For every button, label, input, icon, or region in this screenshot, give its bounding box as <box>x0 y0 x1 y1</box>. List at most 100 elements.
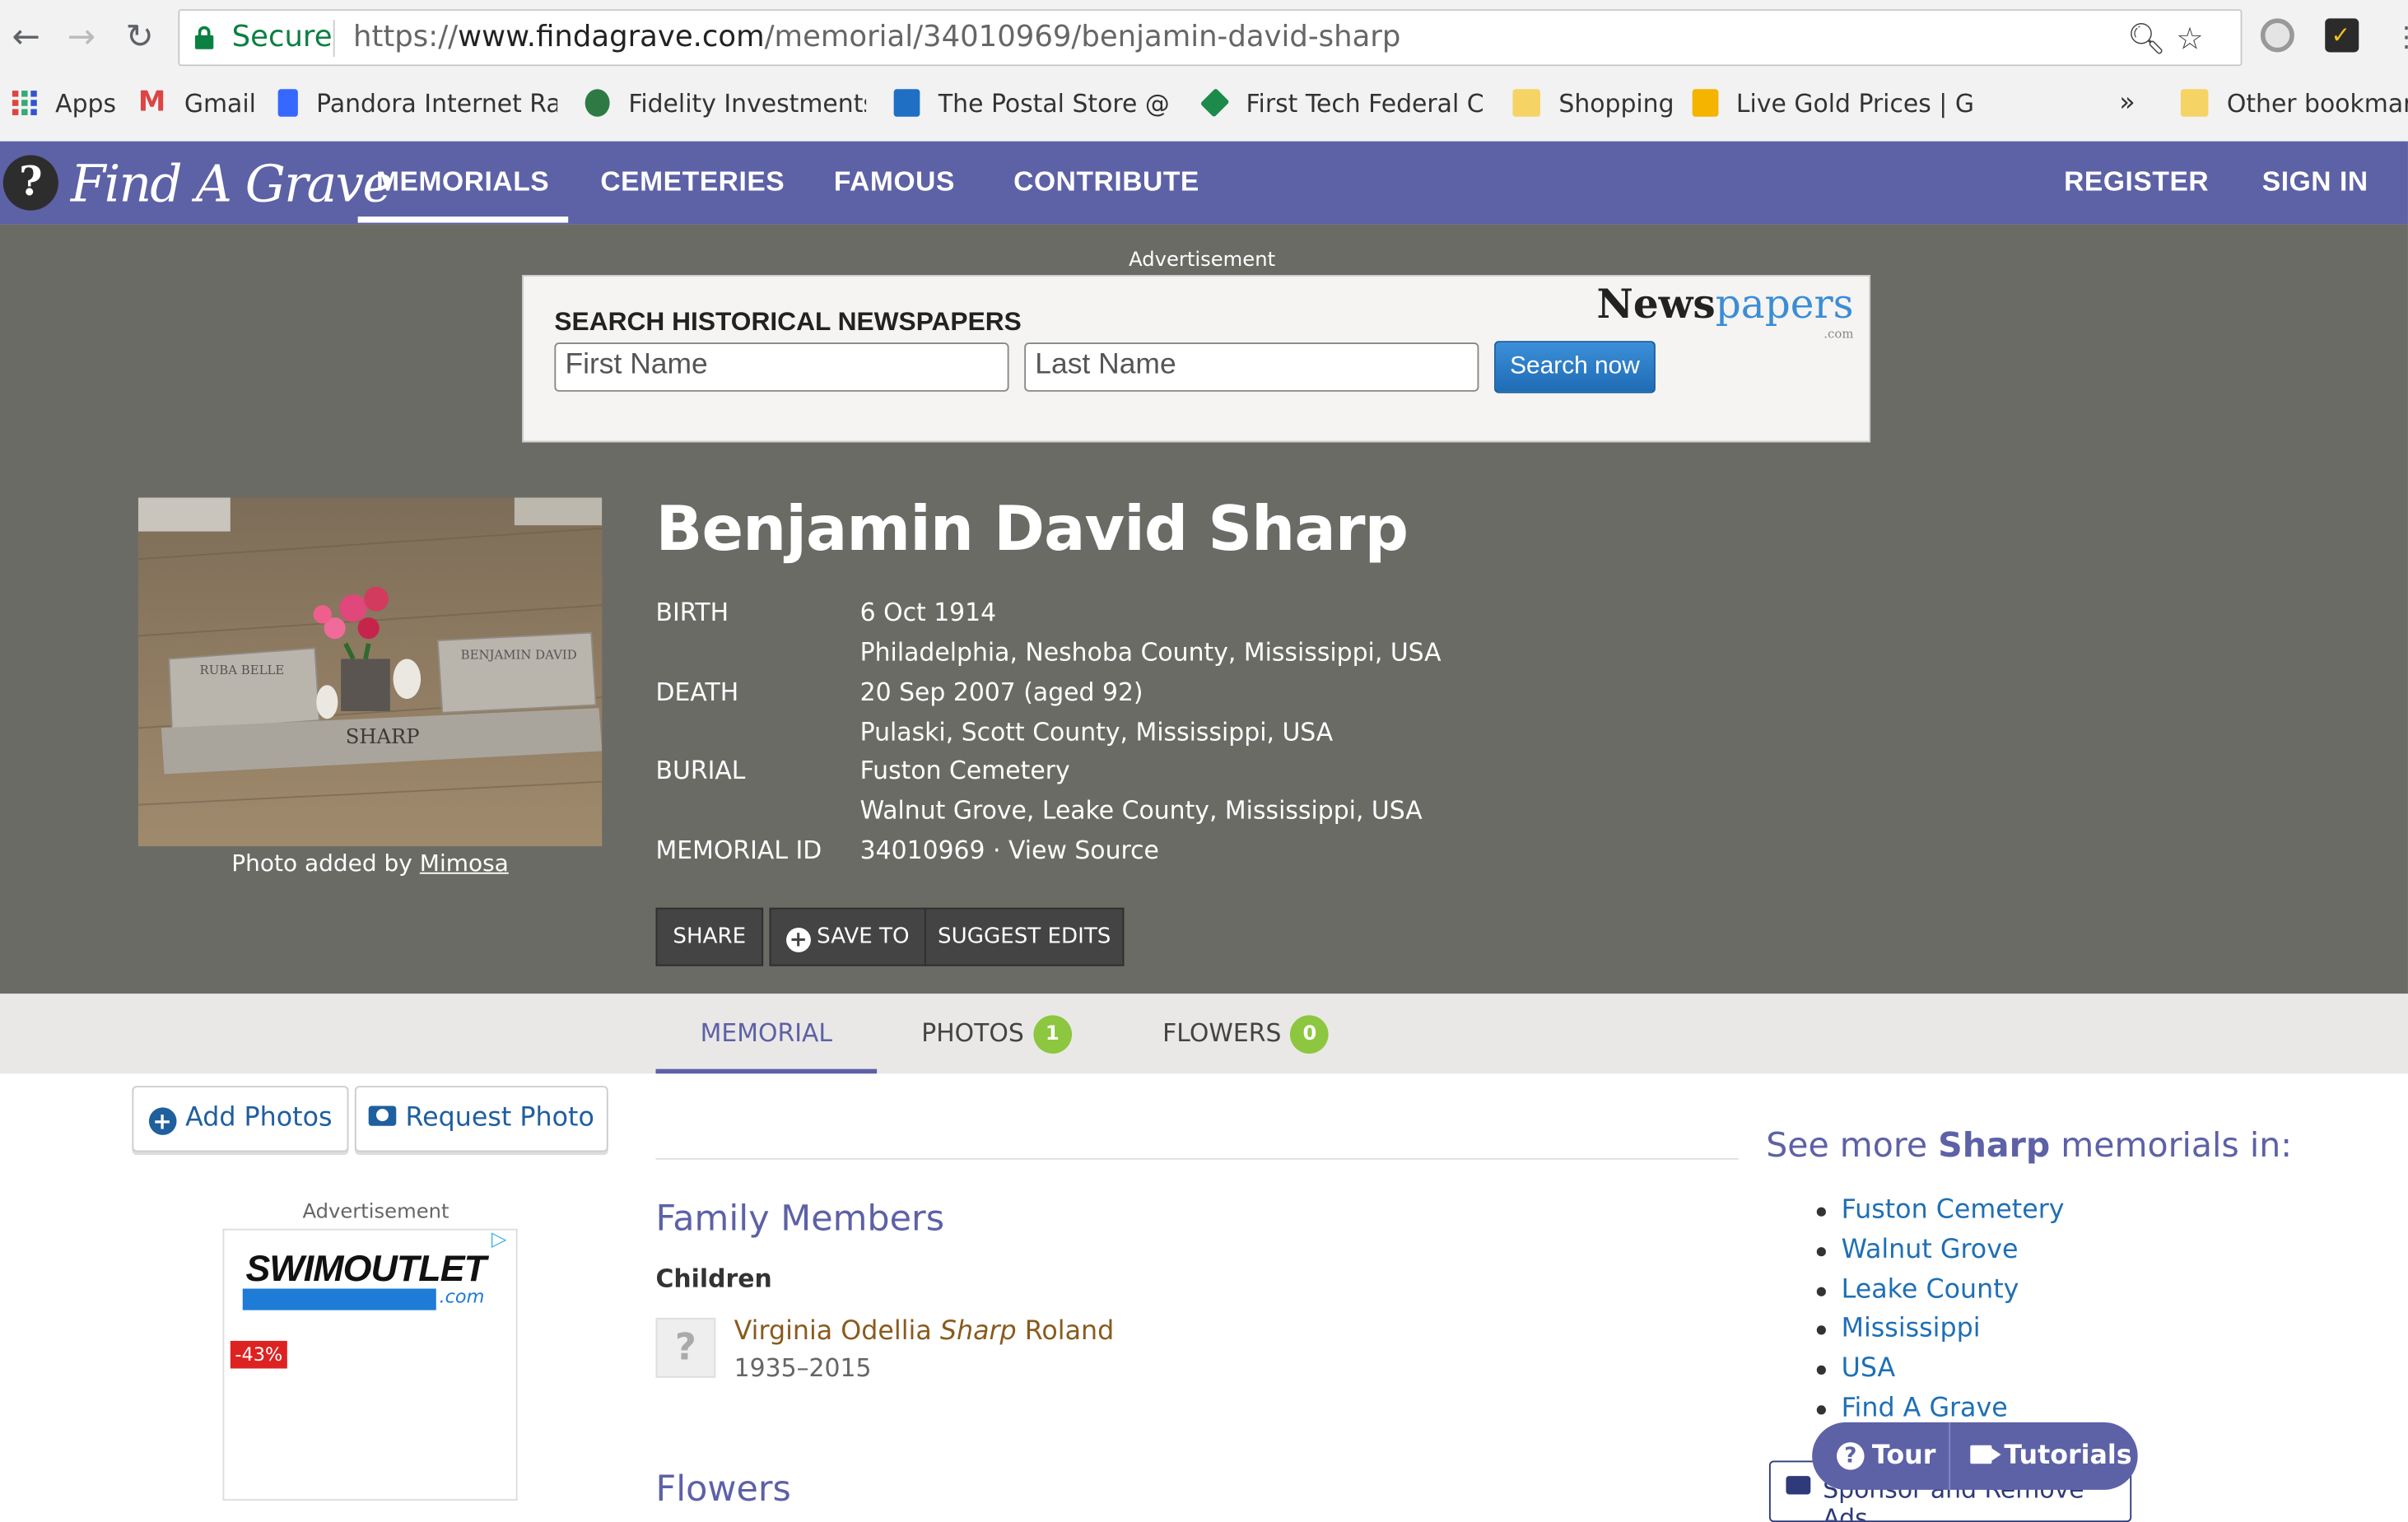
gold-icon <box>1692 89 1718 117</box>
swimoutlet-ad[interactable]: ▷ SWIMOUTLET .com -43% <box>222 1228 518 1501</box>
death-date: 20 Sep 2007 (aged 92) <box>859 677 1143 707</box>
see-more-link-city[interactable]: Walnut Grove <box>1816 1231 2065 1271</box>
tab-flowers[interactable]: FLOWERS 0 <box>1162 994 1330 1073</box>
divider <box>1949 1422 1951 1490</box>
see-more-link-county[interactable]: Leake County <box>1816 1271 2065 1310</box>
bookmark-postal-store[interactable]: The Postal Store @ U <box>893 77 1175 128</box>
bookmarks-overflow[interactable]: » <box>2119 77 2135 128</box>
bookmark-gold-prices[interactable]: Live Gold Prices | Gol <box>1692 77 1975 128</box>
see-more-link-country[interactable]: USA <box>1816 1350 2065 1389</box>
nav-memorials[interactable]: MEMORIALS <box>357 142 568 225</box>
add-photos-button[interactable]: + Add Photos <box>132 1086 349 1152</box>
ad-label: Advertisement <box>1129 249 1276 272</box>
view-source-link[interactable]: View Source <box>1008 835 1159 864</box>
nav-famous[interactable]: FAMOUS <box>834 142 955 225</box>
findagrave-logo[interactable]: ? Find A Grave <box>0 151 393 215</box>
fidelity-icon <box>585 89 610 117</box>
bookmark-gmail[interactable]: M Gmail <box>138 77 256 128</box>
reload-icon[interactable]: ↻ <box>120 18 161 58</box>
photo-caption: Photo added by Mimosa <box>231 849 509 877</box>
bookmark-first-tech[interactable]: First Tech Federal Cre <box>1199 77 1485 128</box>
family-members-heading: Family Members <box>655 1199 945 1240</box>
last-name-input[interactable]: Last Name <box>1024 342 1479 392</box>
nav-contribute[interactable]: CONTRIBUTE <box>1013 142 1199 225</box>
folder-icon <box>1512 89 1540 117</box>
lock-icon <box>194 26 214 49</box>
forward-icon[interactable]: → <box>62 18 102 58</box>
video-camera-icon <box>1970 1445 2001 1464</box>
memorial-tabs: MEMORIAL PHOTOS 1 FLOWERS 0 <box>0 994 2408 1074</box>
search-now-button[interactable]: Search now <box>1494 341 1656 393</box>
tutorials-button[interactable]: Tutorials <box>1970 1422 2132 1490</box>
tab-memorial[interactable]: MEMORIAL <box>655 994 878 1074</box>
signin-link[interactable]: SIGN IN <box>2262 142 2368 225</box>
memorial-id: 34010969 · View Source <box>859 835 1159 865</box>
svg-text:BENJAMIN DAVID: BENJAMIN DAVID <box>461 647 577 662</box>
request-photo-button[interactable]: Request Photo <box>354 1086 608 1152</box>
bookmark-apps[interactable]: Apps <box>12 77 116 128</box>
birth-label: BIRTH <box>655 597 729 627</box>
url-text[interactable]: https://www.findagrave.com/memorial/3401… <box>353 20 1400 54</box>
bookmark-folder-shopping[interactable]: Shopping <box>1512 77 1674 128</box>
discount-badge: -43% <box>230 1340 287 1369</box>
cemetery-link[interactable]: Fuston Cemetery <box>860 756 1070 784</box>
svg-text:RUBA BELLE: RUBA BELLE <box>200 663 285 677</box>
logo-question-icon: ? <box>2 155 58 211</box>
divider <box>655 1157 1739 1160</box>
nav-cemeteries[interactable]: CEMETERIES <box>600 142 785 225</box>
bookmark-pandora[interactable]: Pandora Internet Rad <box>277 77 557 128</box>
pandora-icon <box>277 89 298 117</box>
photos-count-badge: 1 <box>1033 1015 1072 1054</box>
menu-icon[interactable]: ⋮ <box>2387 18 2408 58</box>
see-more-link-cemetery[interactable]: Fuston Cemetery <box>1816 1192 2065 1231</box>
browser-chrome: ← → ↻ Secure https://www.findagrave.com/… <box>0 0 2408 142</box>
postal-icon <box>893 89 920 117</box>
side-ad-label: Advertisement <box>302 1201 449 1225</box>
apps-grid-icon <box>12 91 37 115</box>
burial-place: Walnut Grove, Leake County, Mississippi,… <box>859 795 1423 825</box>
share-button[interactable]: SHARE <box>655 907 764 966</box>
extension-icon[interactable] <box>2260 18 2294 53</box>
zoom-icon[interactable]: 🔍︎ <box>2127 20 2166 57</box>
divider <box>333 20 335 58</box>
memorial-name: Benjamin David Sharp <box>655 494 1409 566</box>
folder-icon <box>2180 89 2209 117</box>
bookmarks-bar: Apps M Gmail Pandora Internet Rad Fideli… <box>0 77 2408 128</box>
no-photo-placeholder-icon[interactable]: ? <box>655 1317 716 1378</box>
death-place: Pulaski, Scott County, Mississippi, USA <box>859 717 1334 747</box>
see-more-link-state[interactable]: Mississippi <box>1816 1310 2065 1350</box>
photo-contributor-link[interactable]: Mimosa <box>420 849 509 877</box>
memorial-id-label: MEMORIAL ID <box>655 835 822 865</box>
help-pill: ? Tour Tutorials <box>1812 1422 2138 1490</box>
gmail-icon: M <box>137 86 166 119</box>
see-more-list: Fuston Cemetery Walnut Grove Leake Count… <box>1816 1192 2065 1430</box>
flowers-heading: Flowers <box>655 1469 791 1510</box>
burial-value: Fuston Cemetery <box>860 756 1070 784</box>
site-header: ? Find A Grave MEMORIALS CEMETERIES FAMO… <box>0 141 2408 225</box>
ad-headline: SEARCH HISTORICAL NEWSPAPERS <box>554 307 1022 337</box>
register-link[interactable]: REGISTER <box>2064 142 2209 225</box>
save-to-button[interactable]: + SAVE TO <box>769 907 926 966</box>
tab-photos[interactable]: PHOTOS 1 <box>921 994 1072 1073</box>
memorial-photo[interactable]: RUBA BELLE BENJAMIN DAVID SHARP <box>137 497 603 847</box>
burial-label: BURIAL <box>655 756 746 785</box>
first-name-input[interactable]: First Name <box>554 342 1009 392</box>
tour-button[interactable]: ? Tour <box>1837 1422 1935 1490</box>
question-icon: ? <box>1837 1442 1865 1470</box>
back-icon[interactable]: ← <box>6 18 46 58</box>
bookmark-other[interactable]: Other bookmark <box>2180 77 2408 128</box>
children-label: Children <box>655 1264 772 1294</box>
bookmark-fidelity[interactable]: Fidelity Investments - <box>585 77 866 128</box>
suggest-edits-button[interactable]: SUGGEST EDITS <box>924 907 1125 966</box>
child-name-link[interactable]: Virginia Odellia Sharp Roland <box>734 1316 1115 1347</box>
tag-icon <box>1786 1476 1811 1495</box>
adchoices-icon[interactable]: ▷ <box>491 1230 513 1252</box>
plus-circle-icon: + <box>785 928 811 952</box>
child-dates: 1935–2015 <box>734 1352 872 1383</box>
address-bar[interactable]: Secure https://www.findagrave.com/memori… <box>178 9 2243 67</box>
newspapers-ad[interactable]: SEARCH HISTORICAL NEWSPAPERS Newspapers.… <box>522 274 1871 443</box>
norton-extension-icon[interactable]: ✓ <box>2325 18 2359 53</box>
first-tech-icon <box>1199 87 1231 119</box>
svg-text:SHARP: SHARP <box>346 724 420 748</box>
bookmark-star-icon[interactable]: ☆ <box>2176 20 2203 57</box>
